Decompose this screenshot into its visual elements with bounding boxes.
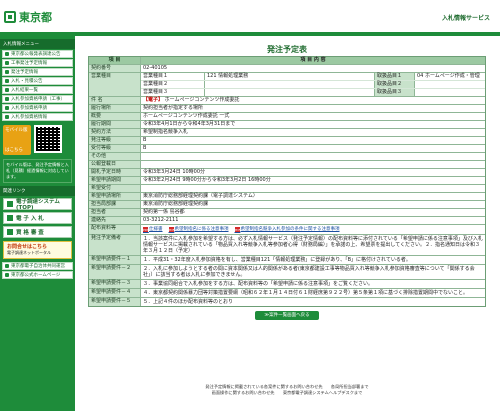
bullet-icon (5, 106, 9, 110)
mobile-version-button[interactable]: モバイル版 はこちら (3, 125, 31, 155)
table-row: 希望申請要件－４ ４．東京都契約関係暴力団等対策措置要綱（昭和６２年１月１４日付６… (89, 289, 485, 298)
doc-link-spec[interactable]: PDF 仕様書 (143, 226, 163, 233)
main-content: 発注予定表 項 目 項 目 内 容 契約番号 02-40105 営業種目 営業種目… (78, 36, 496, 411)
table-row: 開札予定日時 令和3年3月24日 10時00分 (89, 169, 485, 177)
table-row-remarks: 発注予定備考 １．当該案件に入札参加を希望する方は、必ず入札情報サービス（発注予定… (89, 235, 485, 256)
page-title: 発注予定表 (267, 45, 307, 54)
table-row: 履行期間 令和3年4月1日から令和4年3月31日まで (89, 121, 485, 129)
bullet-icon (5, 88, 9, 92)
mobile-block: モバイル版 はこちら (3, 125, 72, 155)
site-title: 入札情報サービス (441, 15, 490, 22)
table-row: 概要 ホームページコンテンツ作成委託 一式 (89, 113, 485, 121)
back-to-list-button[interactable]: ≫案件一覧画面へ戻る (255, 311, 319, 320)
header: 東京都 入札情報サービス (0, 0, 500, 36)
mobile-label: モバイル版 (5, 128, 28, 133)
table-row: 発注等級 B (89, 137, 485, 145)
details-table: 項 目 項 目 内 容 契約番号 02-40105 営業種目 営業種目１ 121 情… (88, 56, 486, 307)
sidebar-item-qualification-info[interactable]: 入札参加資格情報 (2, 113, 73, 121)
bullet-icon (5, 61, 9, 65)
bullet-icon (5, 115, 9, 119)
tokyo-logo[interactable]: 東京都 (4, 9, 52, 25)
table-row: 希望申請要件－３ ３．事業協同組合で入札参加をする方は、配布資料等の「希望申請に係… (89, 280, 485, 289)
sidebar-link-joint-operation[interactable]: 東京都電子自治体共同運営 (2, 262, 73, 270)
logo-text: 東京都 (19, 11, 52, 24)
table-row: 履行場所 契約担当者が指定する場所 (89, 105, 485, 113)
table-row-docs: 配布資料等 PDF 仕様書 PDF 希望制指名に係る注意事項 PDF 希望制指名競争入… (89, 225, 485, 235)
table-row: 連絡先 03-3212-2111 (89, 217, 485, 225)
contact-sub: 電子調達ネットポータル (7, 250, 51, 255)
pdf-icon: PDF (143, 226, 149, 233)
table-row: 契約方法 希望制指名競争入札 (89, 129, 485, 137)
bullet-icon (5, 52, 9, 56)
e-bidding-button[interactable]: 電 子 入 札 (3, 212, 72, 224)
table-row: 希望申請要件－５ ５．上記４件のほか配布資料等のとおり (89, 298, 485, 306)
sidebar-item-order-plan[interactable]: 発注予定情報 (2, 68, 73, 76)
doc-link-notes[interactable]: PDF 希望制指名に係る注意事項 (168, 226, 229, 233)
square-icon (7, 229, 13, 235)
mobile-note: モバイル版は、発注予定情報と入札（見積）経過情報に対応しています。 (3, 159, 72, 183)
footer-line-2: 画面操作に関するお問い合わせ先 東京都電子調達システムヘルプデスクまで (211, 390, 363, 395)
sidebar: 入札情報メニュー 東京都公報発表調達公告 工事発注予定情報 発注予定情報 入札・… (0, 36, 75, 411)
sidebar-section-menu: 入札情報メニュー (0, 39, 75, 49)
sidebar-item-gazette[interactable]: 東京都公報発表調達公告 (2, 50, 73, 58)
table-row: 希望申請期間 令和3年2月24日 9時00分から令和3年3月2日 16時00分 (89, 177, 485, 185)
pdf-icon: PDF (168, 226, 175, 233)
contact-title: お問合せはこちら (7, 244, 48, 250)
sidebar-item-construction-plan[interactable]: 工事発注予定情報 (2, 59, 73, 67)
sidebar-item-qualification-construction[interactable]: 入札参加資格申請（工事） (2, 95, 73, 103)
bullet-icon (5, 70, 9, 74)
qualification-review-button[interactable]: 資 格 審 査 (3, 226, 72, 238)
table-row: 件 名【電子】 ホームページコンテンツ作成委託 (89, 97, 485, 105)
table-row: 契約番号 02-40105 (89, 65, 485, 73)
bullet-icon (5, 97, 9, 101)
square-icon (7, 215, 13, 221)
qr-code-icon (34, 125, 62, 153)
pdf-icon: PDF (234, 226, 241, 233)
square-icon (7, 201, 13, 207)
table-row: 担当局部課 東京消防庁総務部経理契約課 (89, 201, 485, 209)
mobile-sub: はこちら (5, 148, 23, 153)
sidebar-item-bid-notice[interactable]: 入札・見積公告 (2, 77, 73, 85)
table-row: 希望申請要件－２ ２．入札に参加しようとする者の間に資本関係又は人的関係がある者(… (89, 265, 485, 280)
sidebar-link-official-site[interactable]: 東京都公式ホームページ (2, 271, 73, 279)
table-row: 担当者 契約第一係 島谷都 (89, 209, 485, 217)
doc-link-conditions[interactable]: PDF 希望制指名競争入札参加の条件に関する注意事項 (234, 226, 340, 233)
bullet-icon (5, 264, 9, 268)
bullet-icon (5, 273, 9, 277)
table-row: 希望申請要件－１ １．平成31・32年度入札参加資格を有し、営業種目121「情報処… (89, 256, 485, 265)
table-header: 項 目 項 目 内 容 (89, 57, 485, 65)
table-row: 受付等級 B (89, 145, 485, 153)
sidebar-item-qualification[interactable]: 入札参加資格申請 (2, 104, 73, 112)
contact-banner[interactable]: お問合せはこちら 電子調達ネットポータル (3, 241, 72, 259)
sidebar-section-links: 関連リンク (0, 186, 75, 196)
table-row: 希望受付 (89, 185, 485, 193)
tokyo-emblem-icon (4, 11, 16, 23)
table-row: 公報登載日 (89, 161, 485, 169)
procurement-top-button[interactable]: 電子調達システム(TOP) (3, 198, 72, 211)
table-row-categories: 営業種目 営業種目１ 121 情報処理業務 取扱品目１ 04 ホームページ作成・管理 … (89, 73, 485, 97)
table-row: 希望申請場所 東京消防庁総務部経理契約課（電子調達システム） (89, 193, 485, 201)
electronic-badge: 【電子】 (143, 97, 164, 103)
sidebar-item-bid-results[interactable]: 入札結果一覧 (2, 86, 73, 94)
footer: 発注予定情報に掲載されている各案件に関するお問い合わせ先 各局所担当部署まで 画… (78, 384, 496, 396)
bullet-icon (5, 79, 9, 83)
table-row: その他 (89, 153, 485, 161)
